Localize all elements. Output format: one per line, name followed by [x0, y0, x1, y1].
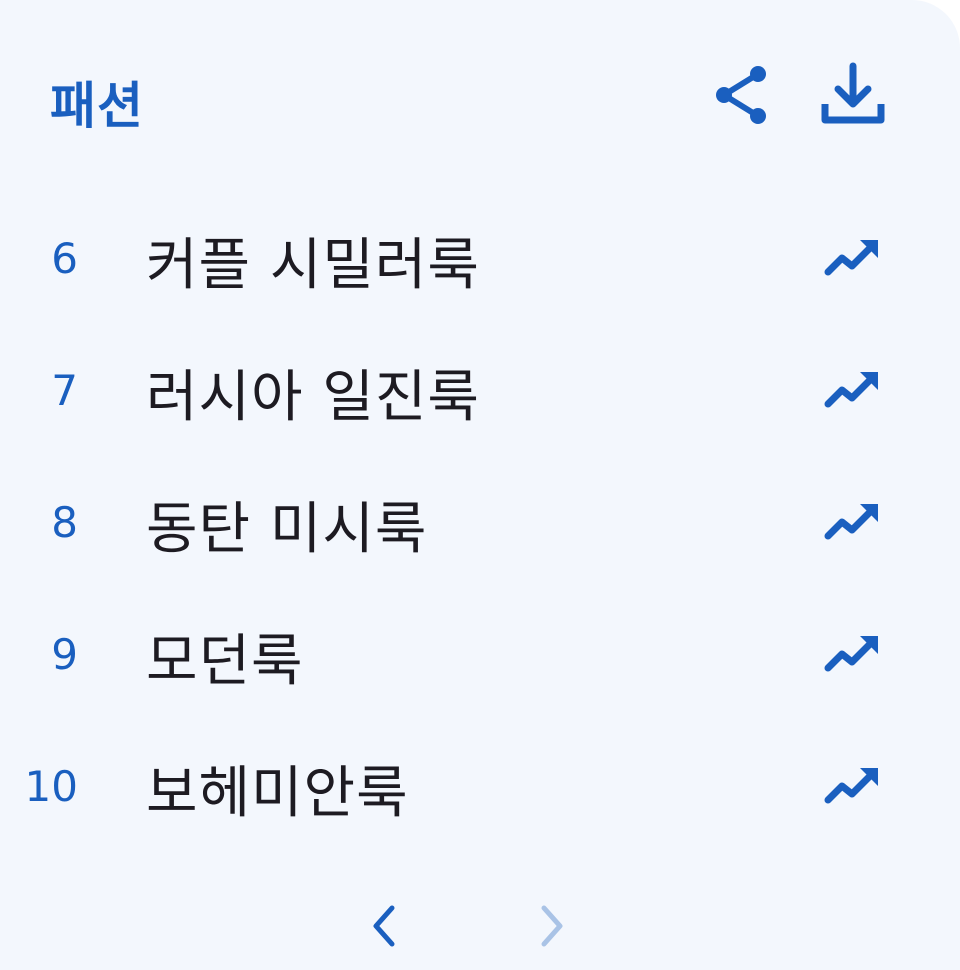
rank-number: 10 — [24, 762, 78, 811]
list-item[interactable]: 6 커플 시밀러룩 — [0, 192, 960, 324]
rank-number: 9 — [51, 630, 78, 679]
trend-list: 6 커플 시밀러룩 7 러시아 일진룩 8 동탄 미시룩 9 모던룩 10 보헤… — [0, 192, 960, 852]
share-button[interactable] — [708, 60, 778, 130]
trending-up-icon — [824, 768, 878, 804]
list-item[interactable]: 7 러시아 일진룩 — [0, 324, 960, 456]
rank-number: 6 — [51, 234, 78, 283]
item-label: 동탄 미시룩 — [146, 497, 428, 562]
list-item[interactable]: 10 보헤미안룩 — [0, 720, 960, 852]
chevron-right-icon — [541, 905, 563, 947]
chevron-left-icon — [373, 905, 395, 947]
item-label: 러시아 일진룩 — [146, 365, 480, 430]
list-item[interactable]: 8 동탄 미시룩 — [0, 456, 960, 588]
download-icon — [821, 62, 885, 124]
item-label: 보헤미안룩 — [146, 761, 409, 826]
card-header: 패션 — [50, 60, 888, 140]
card-title: 패션 — [50, 77, 144, 135]
share-icon — [716, 66, 766, 124]
trending-up-icon — [824, 636, 878, 672]
trending-up-icon — [824, 504, 878, 540]
rank-number: 8 — [51, 498, 78, 547]
list-item[interactable]: 9 모던룩 — [0, 588, 960, 720]
trending-up-icon — [824, 372, 878, 408]
previous-page-button[interactable] — [356, 898, 412, 954]
item-label: 모던룩 — [146, 629, 304, 694]
item-label: 커플 시밀러룩 — [146, 233, 480, 298]
trending-card: 패션 6 커플 시밀러룩 7 러시아 일진룩 8 동탄 미시룩 9 모던룩 10… — [0, 0, 960, 970]
download-button[interactable] — [818, 60, 888, 130]
next-page-button[interactable] — [524, 898, 580, 954]
trending-up-icon — [824, 240, 878, 276]
pagination — [0, 898, 960, 954]
rank-number: 7 — [51, 366, 78, 415]
